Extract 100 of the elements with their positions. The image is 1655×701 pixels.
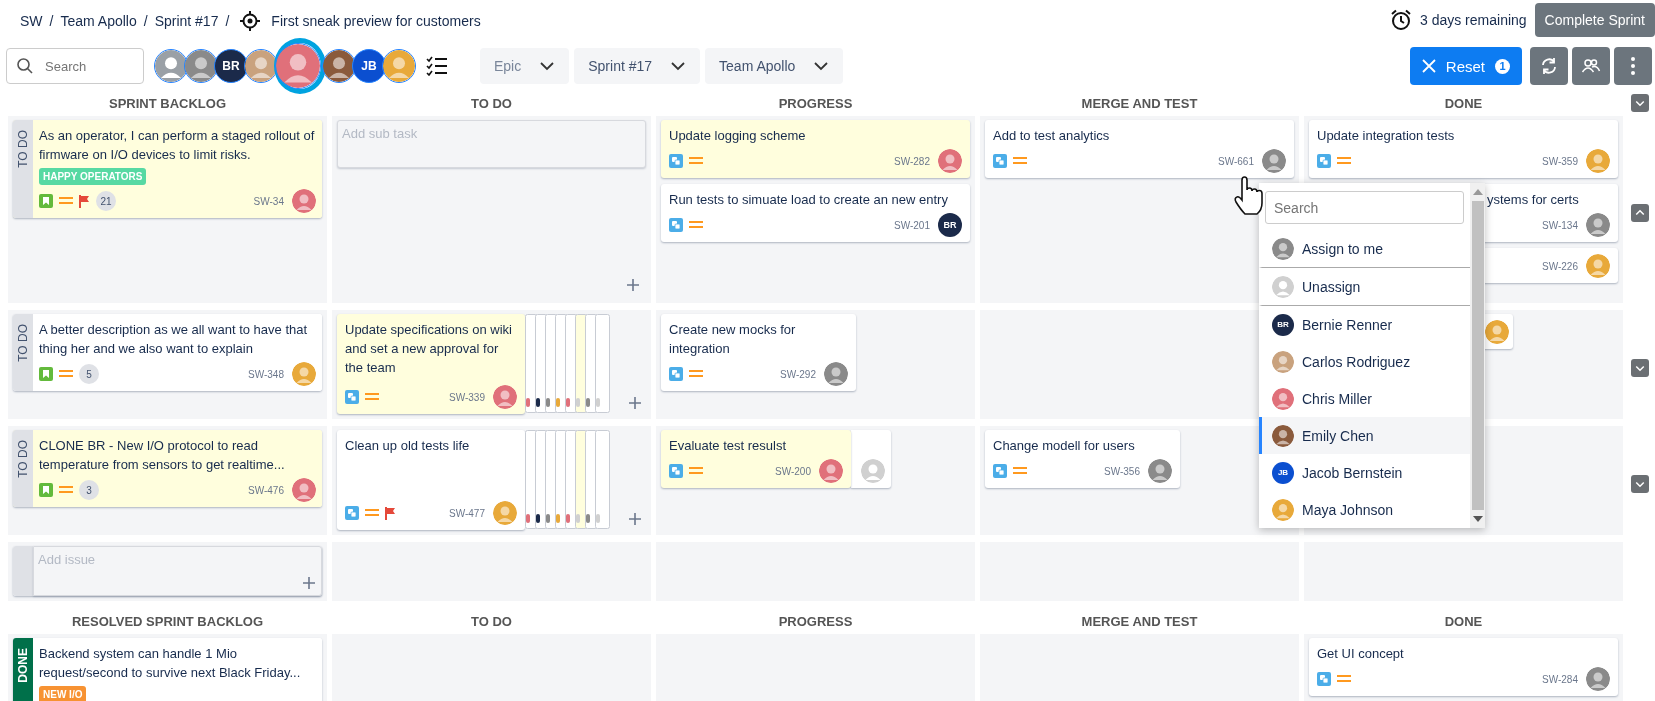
issue-card[interactable]: Update logging scheme SW-282 bbox=[661, 120, 970, 178]
avatar: JB bbox=[352, 49, 386, 83]
breadcrumb-link[interactable]: Sprint #17 bbox=[154, 13, 219, 29]
flag-icon bbox=[79, 194, 90, 208]
add-issue-field[interactable]: Add issue bbox=[33, 546, 322, 596]
issue-key: SW-339 bbox=[449, 391, 485, 403]
menu-item[interactable]: Carlos Rodriguez bbox=[1259, 343, 1470, 380]
menu-item[interactable]: BR Bernie Renner bbox=[1259, 306, 1470, 343]
column-header: MERGE AND TEST bbox=[1080, 95, 1199, 113]
issue-card[interactable]: Update integration tests SW-359 bbox=[1309, 120, 1618, 178]
menu-item[interactable]: Assign to me bbox=[1259, 230, 1470, 268]
menu-item[interactable]: Maya Johnson bbox=[1259, 491, 1470, 528]
card-title: Clean up old tests life bbox=[345, 437, 471, 455]
priority-icon bbox=[689, 156, 703, 166]
priority-icon bbox=[1013, 466, 1027, 476]
priority-icon bbox=[689, 369, 703, 379]
lane-toggle-button[interactable] bbox=[1631, 359, 1649, 377]
breadcrumb-separator: / bbox=[225, 13, 230, 29]
filter-dropdown[interactable]: Team Apollo bbox=[705, 48, 844, 84]
card-title: Run tests to simuate load to create an new entry bbox=[669, 191, 949, 209]
menu-item[interactable]: Emily Chen bbox=[1259, 417, 1470, 454]
remaining-time: 3 days remaining bbox=[1420, 12, 1527, 28]
issue-card[interactable]: Clean up old tests life SW-477 bbox=[337, 430, 525, 530]
issue-card[interactable]: A better description as we all want to have that thing her and we also want to explain 5 SW-348 bbox=[33, 314, 322, 391]
people-icon bbox=[1581, 58, 1601, 74]
subtask-count: 3 bbox=[79, 480, 99, 500]
issue-key: SW-201 bbox=[894, 219, 930, 231]
target-icon bbox=[240, 11, 261, 31]
card-title: Backend system can handle 1 Mio request/second to survive next Black Friday... bbox=[39, 645, 302, 682]
issue-card[interactable]: Evaluate test resulst SW-200 bbox=[661, 430, 851, 488]
subtask-icon bbox=[993, 464, 1007, 478]
refresh-button[interactable] bbox=[1530, 47, 1568, 85]
issue-card[interactable]: Update specifications on wiki and set a new approval for the team SW-339 bbox=[337, 314, 525, 414]
card-strip bbox=[13, 546, 33, 596]
scroll-up-icon[interactable] bbox=[1472, 189, 1483, 195]
issue-key: SW-200 bbox=[775, 465, 811, 477]
priority-icon bbox=[689, 466, 703, 476]
plus-icon[interactable] bbox=[628, 512, 642, 526]
menu-item[interactable]: Unassign bbox=[1259, 268, 1470, 306]
avatar: BR bbox=[938, 213, 962, 237]
issue-card[interactable]: Add to test analytics SW-661 bbox=[985, 120, 1294, 178]
people-button[interactable] bbox=[1572, 47, 1610, 85]
issue-card[interactable]: Backend system can handle 1 Mio request/second to survive next Black Friday... NEW I/O bbox=[33, 638, 322, 701]
priority-icon bbox=[689, 220, 703, 230]
column-header: SPRINT BACKLOG bbox=[108, 95, 227, 113]
bookmark-icon bbox=[39, 483, 53, 497]
plus-icon[interactable] bbox=[302, 576, 316, 590]
issue-key: SW-348 bbox=[248, 368, 284, 380]
priority-icon bbox=[365, 392, 379, 402]
breadcrumb-link[interactable]: Team Apollo bbox=[60, 13, 137, 29]
scroll-down-icon[interactable] bbox=[1472, 516, 1483, 522]
lane-toggle-button[interactable] bbox=[1631, 204, 1649, 222]
subtask-icon bbox=[669, 154, 683, 168]
subtask-icon bbox=[669, 367, 683, 381]
issue-key: SW-356 bbox=[1104, 465, 1140, 477]
issue-card[interactable]: Get UI concept SW-284 bbox=[1309, 638, 1618, 696]
avatar: BR bbox=[1272, 313, 1294, 336]
complete-sprint-button[interactable]: Complete Sprint bbox=[1534, 3, 1655, 37]
card-title: CLONE BR - New I/O protocol to read temperature from sensors to get realtime... bbox=[39, 437, 286, 474]
avatar: BR bbox=[214, 49, 248, 83]
search-field[interactable]: Search bbox=[6, 48, 144, 84]
card-title: Add to test analytics bbox=[993, 127, 1111, 145]
subtask-icon bbox=[669, 218, 683, 232]
plus-icon[interactable] bbox=[626, 278, 640, 292]
issue-card[interactable]: CLONE BR - New I/O protocol to read temperature from sensors to get realtime... 3 SW-476 bbox=[33, 430, 322, 507]
more-icon bbox=[1631, 57, 1635, 75]
subtask-icon bbox=[1317, 672, 1331, 686]
issue-card[interactable]: Create new mocks for integration SW-292 bbox=[661, 314, 856, 391]
plus-icon[interactable] bbox=[628, 396, 642, 410]
priority-icon bbox=[59, 485, 73, 495]
scrollbar[interactable] bbox=[1470, 183, 1485, 528]
refresh-icon bbox=[1540, 57, 1558, 75]
lane-toggle-button[interactable] bbox=[1631, 475, 1649, 493]
priority-icon bbox=[1337, 674, 1351, 684]
card-label: NEW I/O bbox=[39, 686, 87, 701]
menu-item[interactable]: JB Jacob Bernstein bbox=[1259, 454, 1470, 491]
more-button[interactable] bbox=[1614, 47, 1652, 85]
card-title: Update specifications on wiki and set a new approval for the team bbox=[345, 321, 513, 377]
reset-button[interactable]: Reset 1 bbox=[1409, 47, 1522, 85]
add-subtask-field[interactable]: Add sub task bbox=[337, 120, 646, 168]
issue-key: SW-34 bbox=[253, 195, 284, 207]
column-header: PROGRESS bbox=[777, 95, 854, 113]
search-field[interactable]: Search bbox=[1265, 191, 1464, 224]
filter-dropdown[interactable]: Sprint #17 bbox=[574, 48, 701, 84]
column-header: PROGRESS bbox=[777, 613, 854, 631]
issue-key: SW-226 bbox=[1542, 260, 1578, 272]
issue-card[interactable]: Change modell for users SW-356 bbox=[985, 430, 1180, 488]
priority-icon bbox=[59, 196, 73, 206]
issue-card[interactable]: As an operator, I can perform a staged rollout of firmware on I/O devices to limit risks. HAPPY OPERATORS 21 SW-34 bbox=[33, 120, 322, 218]
collapse-toggle-button[interactable] bbox=[1631, 94, 1649, 112]
issue-key: SW-476 bbox=[248, 484, 284, 496]
column-header: TO DO bbox=[470, 95, 513, 113]
menu-item[interactable]: Chris Miller bbox=[1259, 380, 1470, 417]
card-title: Update integration tests bbox=[1317, 127, 1456, 145]
bookmark-icon bbox=[39, 367, 53, 381]
alarm-clock-icon bbox=[1390, 9, 1412, 31]
issue-key: SW-134 bbox=[1542, 219, 1578, 231]
checklist-icon[interactable] bbox=[426, 56, 448, 76]
breadcrumb-link[interactable]: SW bbox=[20, 13, 43, 29]
issue-card[interactable]: Run tests to simuate load to create an new entry SW-201 BR bbox=[661, 184, 970, 242]
